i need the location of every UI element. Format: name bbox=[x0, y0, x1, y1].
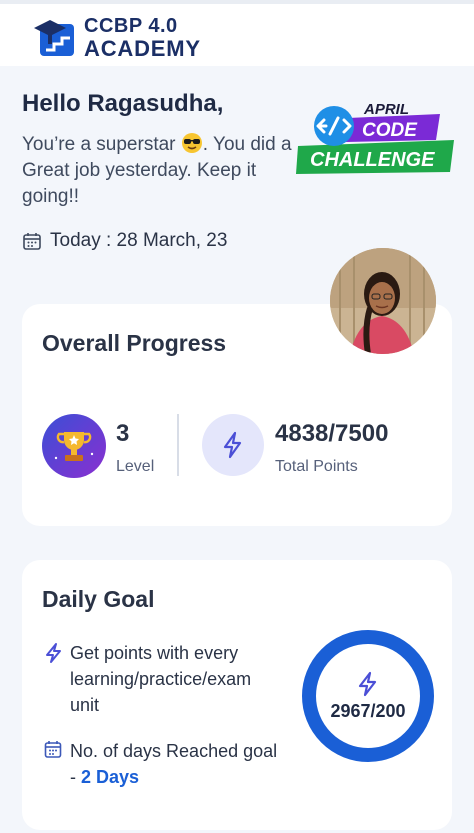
level-label: Level bbox=[116, 458, 155, 475]
daily-goal-card: Daily Goal Get points with every learnin… bbox=[22, 560, 452, 830]
daily-goal-progress-ring: 2967/200 bbox=[302, 630, 434, 762]
points-label: Total Points bbox=[275, 458, 358, 475]
lightning-icon bbox=[202, 414, 264, 476]
profile-avatar[interactable] bbox=[330, 248, 436, 354]
lightning-icon bbox=[358, 671, 377, 696]
goal-days-item: No. of days Reached goal - 2 Days bbox=[44, 738, 284, 790]
lightning-icon bbox=[46, 643, 61, 663]
progress-title: Overall Progress bbox=[42, 330, 227, 356]
april-code-challenge-badge[interactable]: APRIL CODE CHALLENGE bbox=[294, 96, 456, 176]
sunglasses-emoji-icon bbox=[181, 133, 202, 153]
points-value: 4838/7500 bbox=[275, 420, 389, 447]
today-label: Today : 28 March, 23 bbox=[50, 230, 228, 251]
goal-days-value: 2 Days bbox=[81, 767, 140, 787]
ring-value: 2967/200 bbox=[330, 700, 406, 721]
badge-challenge-text: CHALLENGE bbox=[310, 149, 435, 171]
brand-line1: CCBP 4.0 bbox=[84, 15, 178, 37]
goal-points-item: Get points with every learning/practice/… bbox=[44, 640, 284, 718]
greeting-message: You’re a superstar . You did a Great job… bbox=[22, 132, 292, 210]
today-date: Today : 28 March, 23 bbox=[22, 230, 227, 252]
level-value: 3 bbox=[116, 420, 130, 447]
brand-logo[interactable]: CCBP 4.0 ACADEMY bbox=[32, 14, 201, 62]
calendar-icon bbox=[23, 233, 41, 250]
greeting-heading: Hello Ragasudha, bbox=[22, 90, 224, 117]
daily-goal-title: Daily Goal bbox=[42, 586, 155, 612]
goal-points-text: Get points with every learning/practice/… bbox=[70, 643, 252, 715]
badge-april-text: APRIL bbox=[363, 101, 409, 118]
academy-logo-icon bbox=[34, 20, 74, 56]
message-part1: You’re a superstar bbox=[22, 134, 176, 155]
brand-line2: ACADEMY bbox=[84, 36, 201, 61]
trophy-icon bbox=[42, 414, 106, 478]
top-divider bbox=[0, 0, 474, 4]
badge-code-text: CODE bbox=[362, 120, 418, 141]
profile-photo bbox=[330, 248, 436, 354]
calendar-icon bbox=[44, 741, 62, 758]
stats-divider bbox=[177, 414, 179, 476]
